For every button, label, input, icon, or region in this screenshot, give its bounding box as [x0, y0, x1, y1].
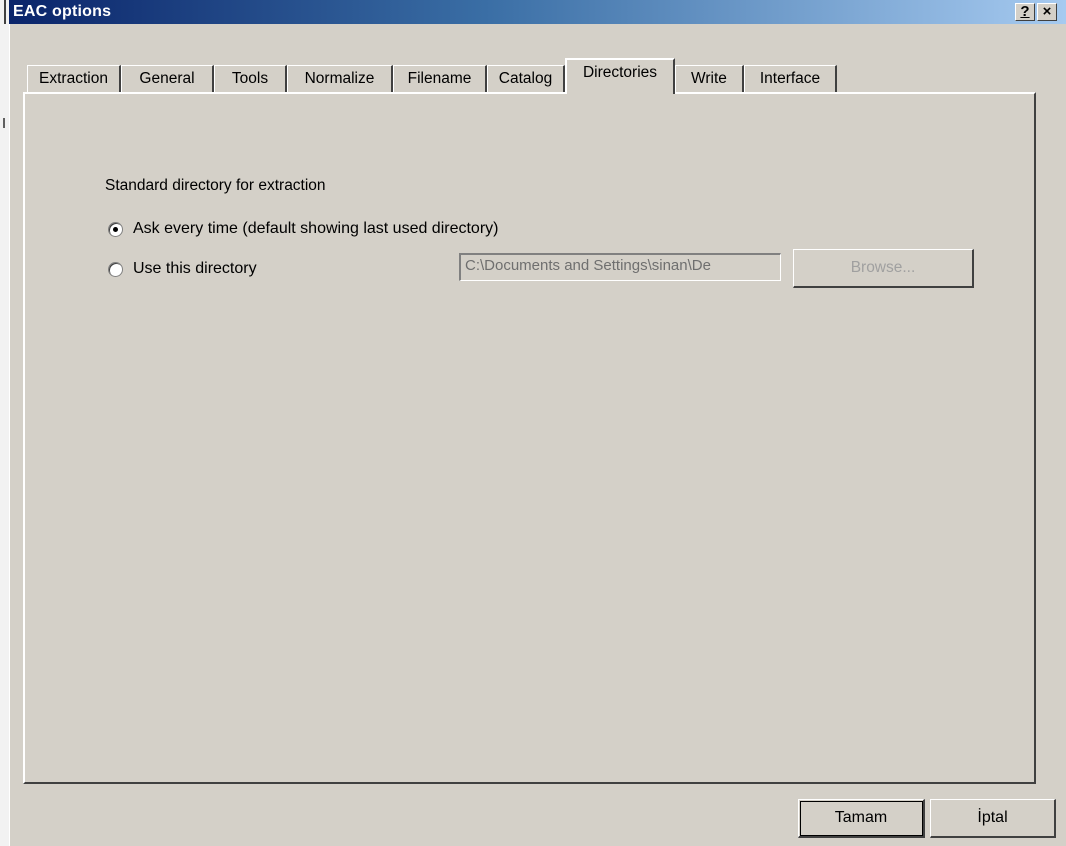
ok-button[interactable]: Tamam	[798, 799, 925, 838]
radio-ask-every-time[interactable]	[108, 221, 123, 237]
standard-directory-label: Standard directory for extraction	[105, 177, 326, 194]
tab-normalize[interactable]: Normalize	[287, 65, 393, 92]
background-window-edge	[0, 0, 9, 846]
tab-general[interactable]: General	[121, 65, 214, 92]
window-title: EAC options	[13, 3, 112, 20]
use-this-directory-option[interactable]: Use this directory	[108, 260, 257, 278]
tab-write[interactable]: Write	[675, 65, 744, 92]
ask-every-time-option[interactable]: Ask every time (default showing last use…	[108, 220, 498, 238]
radio-use-this-directory[interactable]	[108, 261, 123, 277]
tab-filename[interactable]: Filename	[393, 65, 487, 92]
tab-extraction[interactable]: Extraction	[27, 65, 121, 92]
cancel-button[interactable]: İptal	[930, 799, 1056, 838]
ask-every-time-label: Ask every time (default showing last use…	[133, 220, 499, 237]
edge-mark	[3, 118, 5, 128]
title-bar[interactable]: EAC options ? ×	[9, 0, 1066, 24]
directories-panel	[23, 92, 1036, 784]
edge-mark	[4, 0, 6, 24]
help-button[interactable]: ?	[1015, 3, 1035, 21]
tab-tools[interactable]: Tools	[214, 65, 287, 92]
close-button[interactable]: ×	[1037, 3, 1057, 21]
browse-button[interactable]: Browse...	[793, 249, 974, 288]
directory-path-field[interactable]: C:\Documents and Settings\sinan\De	[459, 253, 781, 281]
tab-catalog[interactable]: Catalog	[487, 65, 565, 92]
tab-directories[interactable]: Directories	[565, 58, 675, 94]
tab-interface[interactable]: Interface	[744, 65, 837, 92]
use-this-directory-label: Use this directory	[133, 260, 257, 277]
